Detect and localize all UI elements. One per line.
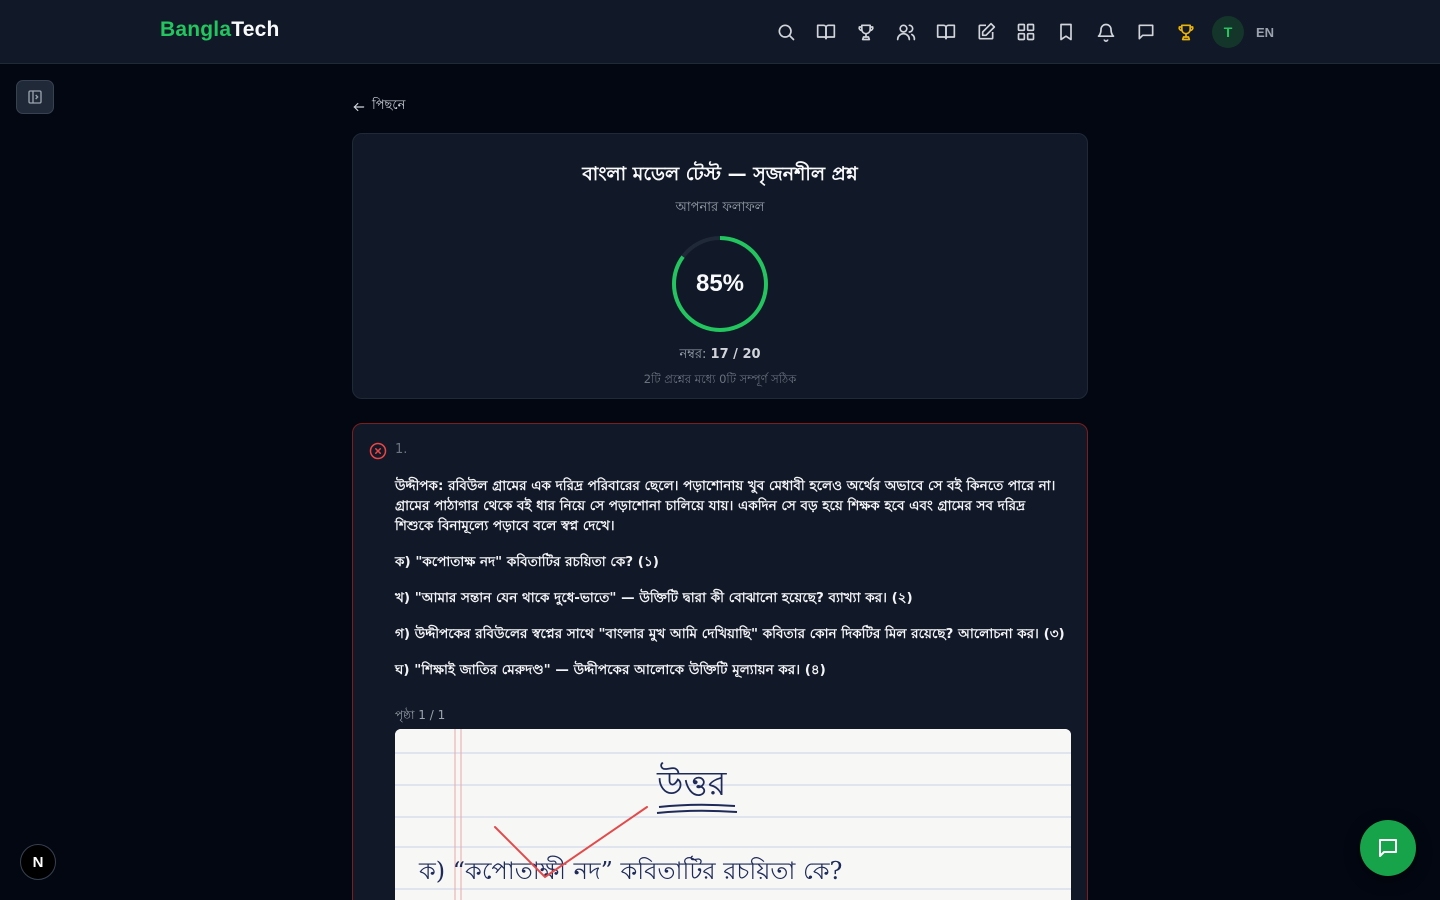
avatar[interactable]: T: [1212, 16, 1244, 48]
top-navbar: BanglaTech T EN: [0, 0, 1440, 64]
x-circle-icon: [369, 442, 387, 460]
sidebar-panel-icon: [28, 90, 42, 104]
brand-logo[interactable]: BanglaTech: [160, 18, 279, 42]
score-label: নম্বর:: [679, 347, 707, 362]
nav-icon-bar: T EN: [766, 12, 1274, 52]
bookmark-icon[interactable]: [1046, 12, 1086, 52]
chat-fab-button[interactable]: [1360, 820, 1416, 876]
score-note: 2টি প্রশ্নের মধ্যে 0টি সম্পূর্ণ সঠিক: [643, 372, 797, 386]
nextjs-dev-badge[interactable]: N: [20, 844, 56, 880]
bell-icon[interactable]: [1086, 12, 1126, 52]
question-card: 1. উদ্দীপক: রবিউল গ্রামের এক দরিদ্র পরিব…: [352, 423, 1088, 900]
sidebar-toggle-button[interactable]: [16, 80, 54, 114]
chat-icon[interactable]: [1126, 12, 1166, 52]
brand-part-2: Tech: [231, 18, 280, 41]
search-icon[interactable]: [766, 12, 806, 52]
back-label: পিছনে: [372, 98, 406, 113]
question-part: ক) "কপোতাক্ষ নদ" কবিতাটির রচয়িতা কে? (১…: [395, 554, 659, 570]
question-body: উদ্দীপক: রবিউল গ্রামের এক দরিদ্র পরিবারে…: [395, 476, 1067, 696]
edit-icon[interactable]: [966, 12, 1006, 52]
score-line: নম্বর: 17 / 20: [353, 345, 1087, 366]
answer-line: ক) “কপোতাক্ষী নদ” কবিতাটির রচয়িতা কে?: [418, 856, 842, 885]
back-link[interactable]: পিছনে: [352, 96, 405, 117]
result-subtitle: আপনার ফলাফল: [675, 200, 765, 215]
score-ring: 85%: [671, 235, 769, 333]
library-icon[interactable]: [926, 12, 966, 52]
question-part: গ) উদ্দীপকের রবিউলের স্বপ্নের সাথে "বাংল…: [395, 626, 1065, 642]
page-indicator: পৃষ্ঠা 1 / 1: [395, 708, 446, 722]
book-open-icon[interactable]: [806, 12, 846, 52]
trophy-icon[interactable]: [846, 12, 886, 52]
grid-icon[interactable]: [1006, 12, 1046, 52]
chat-icon: [1379, 839, 1397, 857]
question-number: 1.: [395, 442, 408, 457]
question-part: খ) "আমার সন্তান যেন থাকে দুধে-ভাতে" — উক…: [395, 590, 913, 606]
page-title: বাংলা মডেল টেস্ট — সৃজনশীল প্রশ্ন: [582, 163, 858, 185]
score-value: 17 / 20: [710, 347, 761, 362]
answer-heading: উত্তর: [656, 762, 728, 804]
users-icon[interactable]: [886, 12, 926, 52]
question-part: ঘ) "শিক্ষাই জাতির মেরুদণ্ড" — উদ্দীপকের …: [395, 662, 826, 678]
brand-part-1: Bangla: [160, 18, 232, 41]
arrow-left-icon: [353, 102, 365, 111]
answer-sheet-image[interactable]: উত্তর ক) “কপোতাক্ষী নদ” কবিতাটির রচয়িতা…: [395, 729, 1071, 900]
question-stimulus: উদ্দীপক: রবিউল গ্রামের এক দরিদ্র পরিবারে…: [395, 478, 1056, 534]
result-summary-card: বাংলা মডেল টেস্ট — সৃজনশীল প্রশ্ন আপনার …: [352, 133, 1088, 399]
score-percent: 85%: [695, 270, 745, 297]
leaderboard-trophy-icon[interactable]: [1166, 12, 1206, 52]
language-toggle[interactable]: EN: [1256, 25, 1274, 40]
